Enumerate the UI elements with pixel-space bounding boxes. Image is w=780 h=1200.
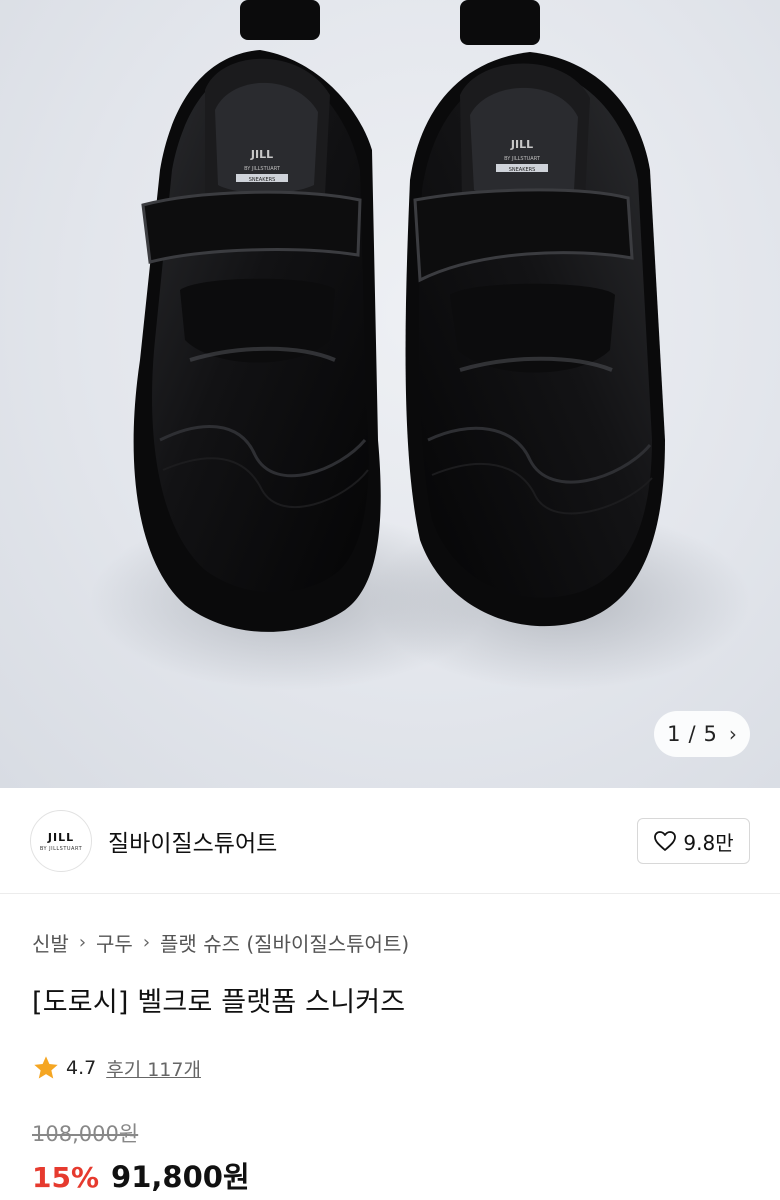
chevron-right-icon: › <box>142 932 151 953</box>
original-price: 108,000원 <box>32 1122 139 1146</box>
breadcrumb-item[interactable]: 신발 <box>32 928 69 957</box>
rating-row: 4.7 후기 117개 <box>32 1054 201 1082</box>
right-shoe: JILL BY JILLSTUART SNEAKERS <box>405 0 665 627</box>
chevron-right-icon: › <box>78 932 87 953</box>
pager-separator: / <box>688 722 696 746</box>
review-link[interactable]: 후기 117개 <box>106 1055 201 1082</box>
pager-current: 1 <box>667 722 681 746</box>
star-icon <box>34 1056 58 1079</box>
left-insole-sub: BY JILLSTUART <box>244 166 281 172</box>
sale-price-row: 15% 91,800원 <box>32 1154 250 1196</box>
brand-row: JILL BY JILLSTUART 질바이질스튜어트 9.8만 <box>0 788 780 894</box>
product-image-gallery[interactable]: JILL BY JILLSTUART SNEAKERS JILL BY JILL… <box>0 0 780 788</box>
sale-price: 91,800원 <box>111 1160 250 1194</box>
pager-total: 5 <box>703 722 717 746</box>
left-insole-tag: SNEAKERS <box>249 177 276 183</box>
left-insole-brand: JILL <box>250 148 273 161</box>
right-insole-tag: SNEAKERS <box>509 167 536 173</box>
breadcrumb: 신발 › 구두 › 플랫 슈즈 (질바이질스튜어트) <box>32 928 409 957</box>
rating-score: 4.7 <box>66 1057 97 1079</box>
brand-logo-main: JILL <box>47 830 75 844</box>
like-button[interactable]: 9.8만 <box>637 818 750 864</box>
left-shoe: JILL BY JILLSTUART SNEAKERS <box>133 0 381 632</box>
product-photo: JILL BY JILLSTUART SNEAKERS JILL BY JILL… <box>90 0 750 690</box>
right-insole-brand: JILL <box>510 138 533 151</box>
product-title: [도로시] 벨크로 플랫폼 스니커즈 <box>32 987 406 1018</box>
brand-name[interactable]: 질바이질스튜어트 <box>108 824 277 858</box>
heart-outline-icon <box>654 831 677 851</box>
breadcrumb-item[interactable]: 구두 <box>96 928 133 957</box>
brand-logo-sub: BY JILLSTUART <box>39 845 83 852</box>
brand-logo[interactable]: JILL BY JILLSTUART <box>30 810 92 872</box>
like-count: 9.8만 <box>683 830 734 855</box>
chevron-right-icon[interactable]: › <box>729 722 737 746</box>
right-insole-sub: BY JILLSTUART <box>504 156 541 162</box>
image-pager[interactable]: 1 / 5 › <box>654 711 750 757</box>
breadcrumb-item[interactable]: 플랫 슈즈 (질바이질스튜어트) <box>160 928 409 957</box>
discount-rate: 15% <box>32 1161 100 1194</box>
